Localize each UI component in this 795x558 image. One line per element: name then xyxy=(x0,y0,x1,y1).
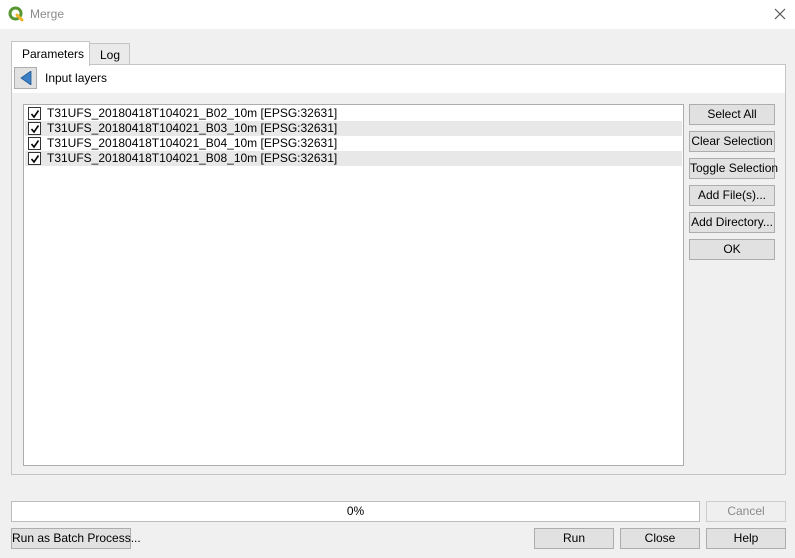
add-directory-button[interactable]: Add Directory... xyxy=(689,212,775,233)
back-arrow-icon xyxy=(20,71,32,85)
close-button[interactable]: Close xyxy=(620,528,700,549)
checkmark-icon xyxy=(30,110,40,119)
qgis-icon xyxy=(8,6,24,22)
tab-parameters[interactable]: Parameters xyxy=(11,41,90,66)
checkmark-icon xyxy=(30,125,40,134)
layer-label: T31UFS_20180418T104021_B02_10m [EPSG:326… xyxy=(47,106,338,120)
progress-text: 0% xyxy=(346,504,365,518)
title-bar: Merge xyxy=(0,0,795,29)
cancel-button[interactable]: Cancel xyxy=(706,501,786,522)
parameters-panel: Input layers T31UFS_20180418T104021_B02_… xyxy=(11,64,786,475)
select-all-button[interactable]: Select All xyxy=(689,104,775,125)
list-item[interactable]: T31UFS_20180418T104021_B08_10m [EPSG:326… xyxy=(25,151,682,166)
tab-log[interactable]: Log xyxy=(89,43,130,65)
back-button[interactable] xyxy=(14,67,37,89)
tab-log-label: Log xyxy=(100,48,121,62)
window-title: Merge xyxy=(30,7,65,21)
toggle-selection-button[interactable]: Toggle Selection xyxy=(689,158,778,179)
layer-checkbox[interactable] xyxy=(28,107,41,120)
input-layers-header: Input layers xyxy=(12,65,785,93)
run-batch-button[interactable]: Run as Batch Process... xyxy=(11,528,141,549)
list-item[interactable]: T31UFS_20180418T104021_B02_10m [EPSG:326… xyxy=(25,106,682,121)
ok-button[interactable]: OK xyxy=(689,239,775,260)
input-layers-label: Input layers xyxy=(45,71,108,85)
layer-list[interactable]: T31UFS_20180418T104021_B02_10m [EPSG:326… xyxy=(23,104,684,466)
add-files-button[interactable]: Add File(s)... xyxy=(689,185,775,206)
layer-checkbox[interactable] xyxy=(28,122,41,135)
layer-checkbox[interactable] xyxy=(28,152,41,165)
list-item[interactable]: T31UFS_20180418T104021_B04_10m [EPSG:326… xyxy=(25,136,682,151)
clear-selection-button[interactable]: Clear Selection xyxy=(689,131,775,152)
layer-label: T31UFS_20180418T104021_B03_10m [EPSG:326… xyxy=(47,121,338,135)
close-icon[interactable] xyxy=(771,5,789,23)
layer-label: T31UFS_20180418T104021_B08_10m [EPSG:326… xyxy=(47,151,338,165)
progress-bar: 0% xyxy=(11,501,700,522)
help-button[interactable]: Help xyxy=(706,528,786,549)
run-button[interactable]: Run xyxy=(534,528,614,549)
checkmark-icon xyxy=(30,140,40,149)
list-item[interactable]: T31UFS_20180418T104021_B03_10m [EPSG:326… xyxy=(25,121,682,136)
checkmark-icon xyxy=(30,155,40,164)
layer-checkbox[interactable] xyxy=(28,137,41,150)
layer-label: T31UFS_20180418T104021_B04_10m [EPSG:326… xyxy=(47,136,338,150)
tab-parameters-label: Parameters xyxy=(22,47,85,61)
